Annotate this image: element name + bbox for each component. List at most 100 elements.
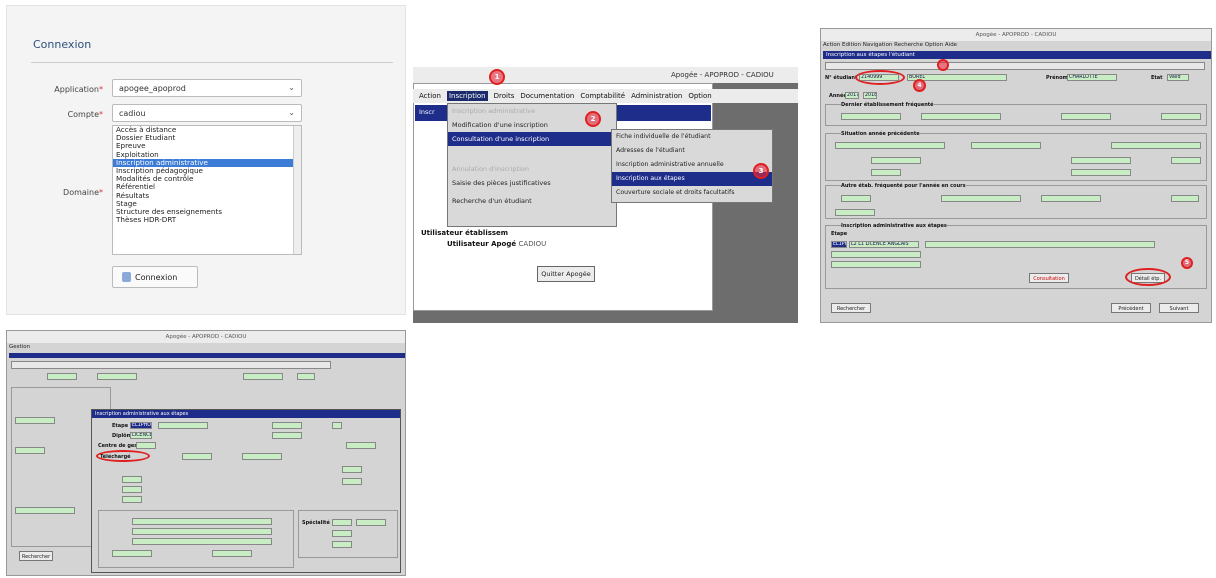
- field-row-4a[interactable]: [871, 169, 901, 176]
- dialog-title: Inscription administrative aux étapes: [92, 410, 400, 418]
- annee-from[interactable]: 2017: [845, 92, 859, 99]
- field-g[interactable]: [342, 466, 362, 473]
- precedent-button[interactable]: Précédent: [1111, 303, 1151, 313]
- etape-code-field[interactable]: EL1PHO: [831, 241, 847, 248]
- menu-item[interactable]: Recherche d'un étudiant: [448, 194, 616, 208]
- specialite-field-1[interactable]: [332, 519, 352, 526]
- field-row-5a[interactable]: [841, 195, 871, 202]
- etat-field[interactable]: Valid: [1167, 74, 1189, 81]
- menu-documentation[interactable]: Documentation: [520, 92, 574, 100]
- detail-form-window: Apogée - APOPROD - CADIOU Gestion Recher…: [6, 330, 406, 576]
- annee-to[interactable]: 2018: [863, 92, 877, 99]
- field-row-3b[interactable]: [1071, 157, 1131, 164]
- submenu-item[interactable]: Couverture sociale et droits facultatifs: [612, 186, 772, 200]
- specialite-field-4[interactable]: [332, 541, 352, 548]
- field-row-2c[interactable]: [1111, 142, 1201, 149]
- chevron-down-icon: ⌄: [288, 108, 295, 117]
- box-field-4[interactable]: [112, 550, 152, 557]
- rechercher-button[interactable]: Rechercher: [19, 551, 53, 561]
- connexion-button[interactable]: Connexion: [112, 266, 198, 288]
- etape-desc-field[interactable]: [158, 422, 208, 429]
- cycle-field[interactable]: [332, 422, 342, 429]
- field-row-6a[interactable]: [835, 209, 875, 216]
- domaine-option[interactable]: Thèses HDR-DRT: [113, 216, 301, 224]
- field-a[interactable]: [15, 417, 55, 424]
- centre-field[interactable]: [136, 442, 156, 449]
- box-field-1[interactable]: [132, 518, 272, 525]
- field-row-1d[interactable]: [1161, 113, 1201, 120]
- diplome-field[interactable]: LICENCE: [130, 432, 152, 439]
- consultation-button[interactable]: Consultation: [1029, 273, 1069, 283]
- field-d[interactable]: [122, 476, 142, 483]
- specialite-field-2[interactable]: [356, 519, 386, 526]
- field-row-2b[interactable]: [971, 142, 1041, 149]
- field-row-3c[interactable]: [1171, 157, 1201, 164]
- menu-item[interactable]: Saisie des pièces justificatives: [448, 176, 616, 190]
- student-label: N° étudiant: [825, 75, 858, 81]
- field-row-1c[interactable]: [1061, 113, 1111, 120]
- menubar: Gestion: [9, 344, 31, 350]
- etape-field[interactable]: EL1PHO: [130, 422, 152, 429]
- etat-label: Etat: [1151, 75, 1163, 81]
- submenu-item[interactable]: Inscription aux étapes: [612, 172, 772, 186]
- etape-desc-field[interactable]: L2 L1 LICENCE ANGLAIS: [849, 241, 919, 248]
- version-field[interactable]: [272, 422, 302, 429]
- domaine-option[interactable]: Résultats: [113, 191, 301, 200]
- field-h[interactable]: [342, 478, 362, 485]
- etape-values-row[interactable]: [925, 241, 1155, 248]
- domaine-listbox[interactable]: Accès à distance Dossier Etudiant Epreuve E…: [112, 125, 302, 255]
- menu-action[interactable]: Action: [419, 92, 441, 100]
- suivant-button[interactable]: Suivant: [1159, 303, 1199, 313]
- field-row-5b[interactable]: [941, 195, 1021, 202]
- field-b[interactable]: [15, 447, 45, 454]
- etape-row-2[interactable]: [831, 251, 921, 258]
- field-row-2a[interactable]: [835, 142, 945, 149]
- prenom-field[interactable]: [243, 373, 283, 380]
- prenom-field[interactable]: CHARLOTTE: [1067, 74, 1117, 81]
- field-row-1b[interactable]: [921, 113, 1001, 120]
- submenu-item[interactable]: Inscription administrative annuelle: [612, 158, 772, 172]
- etape-row-3[interactable]: [831, 261, 921, 268]
- compte-select[interactable]: cadiou ⌄: [112, 104, 302, 122]
- box-field-3[interactable]: [132, 538, 272, 545]
- field-row-5d[interactable]: [1171, 195, 1199, 202]
- version-dip-field[interactable]: [272, 432, 302, 439]
- section-dernier-etab-title: Dernier établissement fréquenté: [841, 102, 934, 108]
- student-field[interactable]: [47, 373, 77, 380]
- field-row-5c[interactable]: [1041, 195, 1101, 202]
- specialite-field-3[interactable]: [332, 530, 352, 537]
- toolbar: [825, 62, 1205, 70]
- field-f[interactable]: [122, 496, 142, 503]
- annee-field[interactable]: [242, 453, 282, 460]
- field-row-1a[interactable]: [841, 113, 901, 120]
- menu-droits[interactable]: Droits: [494, 92, 515, 100]
- submenu-item[interactable]: Fiche individuelle de l'étudiant: [612, 130, 772, 144]
- etat-field[interactable]: [297, 373, 315, 380]
- specialite-label: Spécialité: [302, 520, 330, 526]
- menu-inscription[interactable]: Inscription: [446, 91, 488, 101]
- field-row-4b[interactable]: [1071, 169, 1131, 176]
- compte-label: Compte*: [67, 110, 103, 119]
- highlight-oval: [855, 70, 905, 85]
- mode-field[interactable]: [182, 453, 212, 460]
- step-badge-5: 5: [1181, 257, 1193, 269]
- box-field-2[interactable]: [132, 528, 272, 535]
- field-row-3a[interactable]: [871, 157, 921, 164]
- box-field-5[interactable]: [212, 550, 252, 557]
- scrollbar[interactable]: [293, 126, 301, 254]
- regime-field[interactable]: [346, 442, 376, 449]
- login-title: Connexion: [33, 38, 92, 51]
- menu-comptabilité[interactable]: Comptabilité: [580, 92, 625, 100]
- field-e[interactable]: [122, 486, 142, 493]
- nom-field[interactable]: [97, 373, 137, 380]
- application-select[interactable]: apogee_apoprod ⌄: [112, 79, 302, 97]
- quit-button[interactable]: Quitter Apogée: [537, 266, 595, 282]
- login-icon: [122, 272, 131, 282]
- menu-option[interactable]: Option: [688, 92, 711, 100]
- rechercher-button[interactable]: Rechercher: [831, 303, 871, 313]
- submenu-item[interactable]: Adresses de l'étudiant: [612, 144, 772, 158]
- field-c[interactable]: [15, 507, 75, 514]
- menu-item[interactable]: Annulation d'inscription: [448, 162, 616, 176]
- menu-item[interactable]: Consultation d'une inscription: [448, 132, 616, 146]
- menu-administration[interactable]: Administration: [631, 92, 682, 100]
